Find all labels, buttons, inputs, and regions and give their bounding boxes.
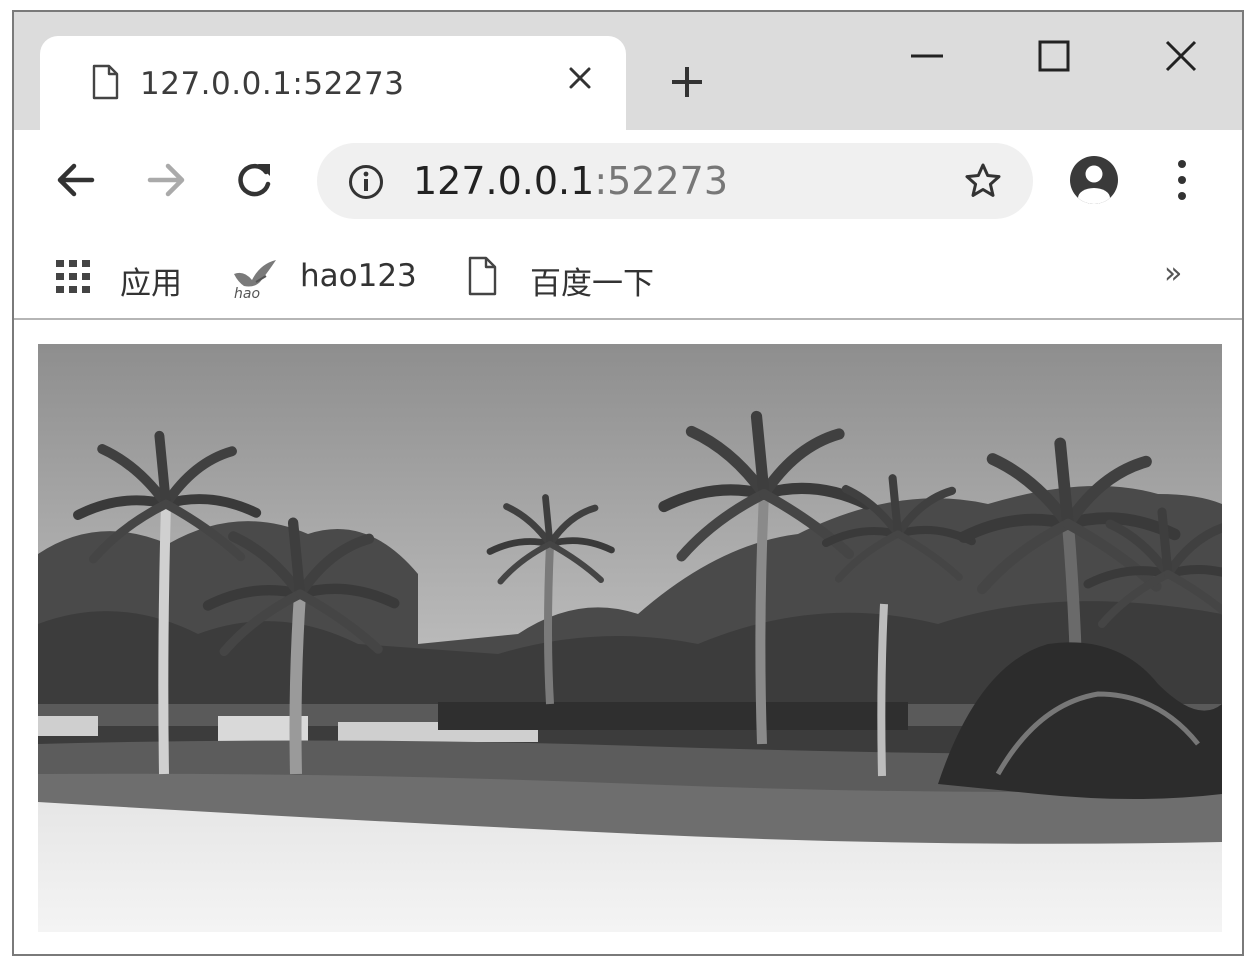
arrow-right-icon[interactable] [144,158,188,202]
bookmarks-bar: 应用 hao hao123 百度一下 » [14,226,1242,320]
kebab-menu-icon[interactable] [1170,156,1194,204]
browser-window: 127.0.0.1:52273 127.0.0.1:52273 应用 hao h… [12,10,1244,956]
star-icon[interactable] [963,161,1003,201]
tab-title: 127.0.0.1:52273 [140,66,405,102]
svg-text:hao: hao [234,286,260,300]
bookmark-label: 应用 [120,266,182,302]
bookmark-label: 百度一下 [530,266,654,302]
url-host: 127.0.0.1 [413,159,595,203]
info-icon[interactable] [347,163,385,201]
page-icon [92,64,119,100]
arrow-left-icon[interactable] [54,158,98,202]
title-bar: 127.0.0.1:52273 [14,12,1242,132]
reload-icon[interactable] [232,158,276,202]
minimize-icon[interactable] [907,36,947,76]
navigation-toolbar: 127.0.0.1:52273 [14,130,1242,226]
photo-palm-trees-beach [38,344,1222,932]
bookmarks-overflow-button[interactable]: » [1164,256,1182,291]
address-bar[interactable]: 127.0.0.1:52273 [317,143,1033,219]
maximize-icon[interactable] [1034,36,1074,76]
page-icon [468,256,497,296]
url-text[interactable]: 127.0.0.1:52273 [413,159,728,203]
close-icon[interactable] [566,64,594,92]
bookmark-label: hao123 [300,258,417,294]
plus-icon[interactable] [669,64,705,100]
close-icon[interactable] [1161,36,1201,76]
apps-grid-icon [56,260,90,293]
page-content [14,320,1242,954]
browser-tab[interactable]: 127.0.0.1:52273 [40,36,626,132]
url-port: :52273 [594,159,728,203]
hao123-logo: hao [234,260,276,300]
account-icon[interactable] [1068,154,1120,206]
